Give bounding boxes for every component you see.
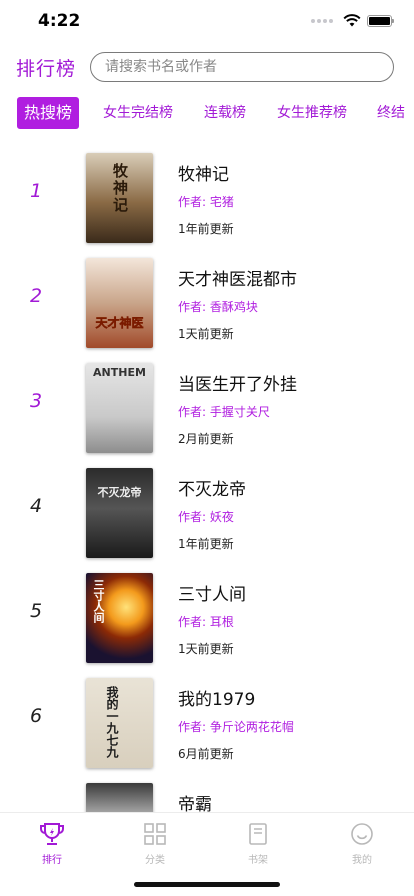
book-cover[interactable]: 三寸人间 <box>86 573 153 663</box>
book-updated: 2月前更新 <box>178 432 234 446</box>
book-author: 作者: 耳根 <box>178 615 234 629</box>
cover-title-art: 牧神记 <box>111 163 129 214</box>
tabbar-label: 分类 <box>145 855 165 866</box>
rank-number: 1 <box>29 180 43 202</box>
book-cover[interactable]: 天才神医 <box>86 258 153 348</box>
rank-number: 5 <box>29 600 43 622</box>
status-bar: 4:22 <box>0 0 414 44</box>
grid-icon <box>144 823 166 845</box>
page-title: 排行榜 <box>16 58 77 80</box>
list-item[interactable]: 6 我的一九七九 我的1979 作者: 争斤论两花花帽 6月前更新 <box>0 673 414 778</box>
book-cover[interactable]: 牧神记 <box>86 153 153 243</box>
list-item[interactable]: 5 三寸人间 三寸人间 作者: 耳根 1天前更新 <box>0 568 414 673</box>
book-author: 作者: 手握寸关尺 <box>178 405 270 419</box>
cover-title-art: ANTHEM <box>93 366 146 379</box>
status-time: 4:22 <box>38 11 81 31</box>
tabbar-item-ranking[interactable]: 排行 <box>22 821 82 866</box>
list-item[interactable]: 2 天才神医 天才神医混都市 作者: 香酥鸡块 1天前更新 <box>0 253 414 358</box>
wifi-icon <box>343 14 361 27</box>
tabbar-label: 书架 <box>248 855 268 866</box>
rank-number: 4 <box>29 495 43 517</box>
list-item[interactable]: 1 牧神记 牧神记 作者: 宅猪 1年前更新 <box>0 148 414 253</box>
book-title: 帝霸 <box>178 795 212 812</box>
cover-title-art: 我的一九七九 <box>105 686 119 758</box>
ranking-list: 1 牧神记 牧神记 作者: 宅猪 1年前更新 2 天才神医 天才神医混都市 作者… <box>0 148 414 812</box>
book-updated: 1天前更新 <box>178 642 234 656</box>
rank-number: 2 <box>29 285 43 307</box>
book-cover[interactable]: ANTHEM <box>86 363 153 453</box>
book-author: 作者: 香酥鸡块 <box>178 300 258 314</box>
battery-icon <box>367 14 394 27</box>
book-updated: 1年前更新 <box>178 537 234 551</box>
book-cover[interactable] <box>86 783 153 812</box>
cover-title-art: 天才神医 <box>95 316 144 331</box>
tabbar-item-bookshelf[interactable]: 书架 <box>228 821 288 866</box>
category-tabs: 热搜榜 女生完结榜 连载榜 女生推荐榜 终结 <box>0 97 414 129</box>
signal-dots-icon <box>311 18 333 23</box>
tab-hot-search[interactable]: 热搜榜 <box>17 97 80 129</box>
book-title: 天才神医混都市 <box>178 270 297 290</box>
book-title: 不灭龙帝 <box>178 480 246 500</box>
cover-title-art: 不灭龙帝 <box>97 486 142 499</box>
book-title: 牧神记 <box>178 165 229 185</box>
tabbar-label: 我的 <box>352 855 372 866</box>
book-updated: 6月前更新 <box>178 747 234 761</box>
book-author: 作者: 宅猪 <box>178 195 234 209</box>
tab-female-recommended[interactable]: 女生推荐榜 <box>277 97 347 129</box>
rank-number: 3 <box>29 390 43 412</box>
tabbar-label: 排行 <box>42 855 62 866</box>
search-input[interactable] <box>90 52 394 82</box>
tab-serial[interactable]: 连载榜 <box>204 97 246 129</box>
tabbar-item-category[interactable]: 分类 <box>125 821 185 866</box>
status-icons <box>311 14 394 27</box>
book-author: 作者: 争斤论两花花帽 <box>178 720 294 734</box>
cover-title-art: 三寸人间 <box>92 579 105 623</box>
smiley-icon <box>351 823 373 845</box>
book-icon <box>249 823 267 845</box>
book-author: 作者: 妖夜 <box>178 510 234 524</box>
book-cover[interactable]: 我的一九七九 <box>86 678 153 768</box>
header: 排行榜 <box>0 48 414 86</box>
book-title: 我的1979 <box>178 690 256 710</box>
trophy-icon <box>40 823 64 845</box>
list-item[interactable]: 4 不灭龙帝 不灭龙帝 作者: 妖夜 1年前更新 <box>0 463 414 568</box>
book-updated: 1天前更新 <box>178 327 234 341</box>
rank-number: 6 <box>29 705 43 727</box>
list-item[interactable]: 3 ANTHEM 当医生开了外挂 作者: 手握寸关尺 2月前更新 <box>0 358 414 463</box>
book-title: 当医生开了外挂 <box>178 375 297 395</box>
tab-female-completed[interactable]: 女生完结榜 <box>103 97 173 129</box>
book-updated: 1年前更新 <box>178 222 234 236</box>
list-item[interactable]: 7 帝霸 <box>0 778 414 812</box>
home-indicator <box>134 882 280 887</box>
tabbar-item-mine[interactable]: 我的 <box>332 821 392 866</box>
book-title: 三寸人间 <box>178 585 246 605</box>
tab-finished[interactable]: 终结 <box>377 97 405 129</box>
book-cover[interactable]: 不灭龙帝 <box>86 468 153 558</box>
